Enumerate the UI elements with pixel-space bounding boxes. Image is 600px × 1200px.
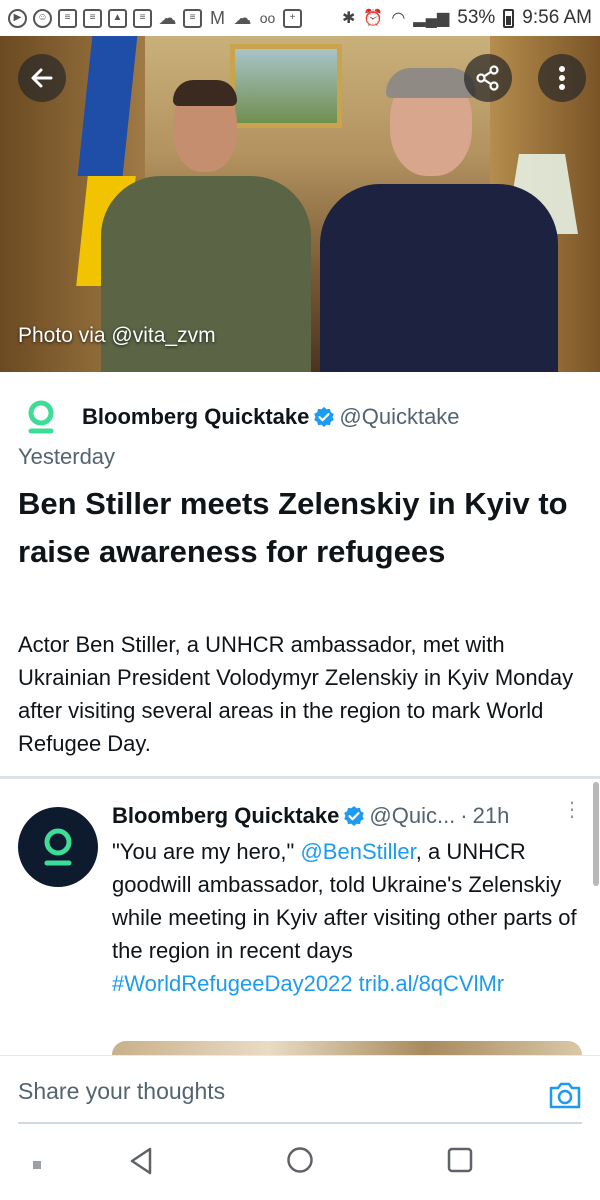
dot-separator: ·	[460, 803, 468, 828]
clock: 9:56 AM	[522, 7, 592, 28]
signal-icon: ▂▄▆	[413, 10, 450, 27]
tweet-text: "You are my hero," @BenStiller, a UNHCR …	[112, 835, 586, 1000]
system-status: ✱ ⏰ ◠ ▂▄▆ 53% 9:56 AM	[342, 7, 592, 29]
more-vertical-icon	[559, 66, 565, 90]
recents-dot-icon	[33, 1161, 41, 1169]
back-nav-icon[interactable]	[128, 1146, 154, 1176]
plus-icon: +	[283, 8, 302, 28]
share-button[interactable]	[464, 54, 512, 102]
url-link[interactable]: trib.al/8qCVlMr	[359, 971, 504, 996]
notification-icons: ▶ ☺ ≡ ≡ ▲ ≡ ☁ ≡ M ☁ oo +	[8, 8, 302, 28]
hashtag-link[interactable]: #WorldRefugeeDay2022	[112, 971, 353, 996]
arrow-left-icon	[31, 68, 53, 88]
source-name: Bloomberg Quicktake	[82, 404, 310, 429]
smiley-icon: ☺	[33, 8, 52, 28]
news-icon: ≡	[58, 8, 77, 28]
tweet-author-name[interactable]: Bloomberg Quicktake	[112, 803, 339, 829]
tweet-author-handle: @Quic...	[369, 803, 456, 828]
home-nav-icon[interactable]	[286, 1146, 314, 1174]
cloud-icon: ☁	[233, 8, 252, 28]
article-timestamp: Yesterday	[18, 444, 116, 469]
article-source[interactable]: Bloomberg Quicktake @Quicktake	[18, 394, 460, 440]
source-handle: @Quicktake	[339, 404, 460, 429]
tweet-more-icon[interactable]: ⋮	[562, 800, 582, 820]
more-options-button[interactable]	[538, 54, 586, 102]
image-icon: ▲	[108, 8, 127, 28]
tweet-text-part: "You are my hero,"	[112, 839, 301, 864]
cloud-icon: ☁	[158, 8, 177, 28]
quicktake-logo-icon	[18, 394, 64, 440]
alarm-icon: ⏰	[363, 10, 384, 27]
wifi-icon: ◠	[391, 10, 406, 27]
back-button[interactable]	[18, 54, 66, 102]
status-bar: ▶ ☺ ≡ ≡ ▲ ≡ ☁ ≡ M ☁ oo + ✱ ⏰ ◠ ▂▄▆ 53% 9…	[0, 0, 600, 36]
system-nav-bar	[0, 1128, 600, 1200]
avatar[interactable]	[18, 807, 98, 887]
news-icon: ≡	[183, 8, 202, 28]
news-icon: ≡	[133, 8, 152, 28]
voicemail-icon: oo	[259, 10, 276, 26]
hero-photo[interactable]: Photo via @vita_zvm	[0, 36, 600, 372]
overview-nav-icon[interactable]	[446, 1146, 474, 1174]
verified-badge-icon	[344, 806, 365, 826]
mention-link[interactable]: @BenStiller	[300, 839, 415, 864]
battery-percent: 53%	[457, 7, 496, 28]
article-summary: Actor Ben Stiller, a UNHCR ambassador, m…	[18, 632, 574, 756]
battery-icon	[503, 8, 515, 28]
tweet-media[interactable]	[112, 1041, 582, 1055]
tweet-age: 21h	[472, 803, 510, 828]
article-card: Bloomberg Quicktake @Quicktake Yesterday…	[0, 372, 600, 776]
photo-credit: Photo via @vita_zvm	[18, 324, 216, 347]
camera-icon[interactable]	[548, 1078, 582, 1112]
verified-badge-icon	[314, 407, 335, 427]
scrollbar[interactable]	[593, 782, 599, 886]
tweet-header: Bloomberg Quicktake @Quic... · 21h	[112, 803, 509, 829]
input-underline	[18, 1122, 582, 1124]
share-thoughts-input[interactable]: Share your thoughts	[18, 1078, 225, 1105]
person-right	[320, 66, 560, 372]
gmail-icon: M	[210, 8, 225, 28]
play-icon: ▶	[8, 8, 27, 28]
quicktake-logo-icon	[44, 828, 72, 866]
article-headline[interactable]: Ben Stiller meets Zelenskiy in Kyiv to r…	[18, 480, 578, 576]
tweet[interactable]: Bloomberg Quicktake @Quic... · 21h ⋮ "Yo…	[0, 779, 600, 1055]
bluetooth-icon: ✱	[342, 10, 356, 27]
share-icon	[476, 65, 499, 91]
news-icon: ≡	[83, 8, 102, 28]
compose-bar: Share your thoughts	[0, 1055, 600, 1125]
